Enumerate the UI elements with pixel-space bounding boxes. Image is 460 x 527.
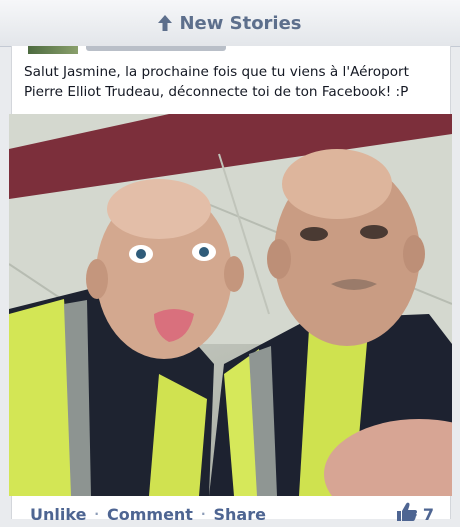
feed-story-card: Salut Jasmine, la prochaine fois que tu … — [9, 46, 452, 524]
new-stories-label: New Stories — [179, 12, 302, 34]
unlike-link[interactable]: Unlike — [30, 505, 86, 524]
story-timestamp — [86, 46, 226, 51]
comment-link[interactable]: Comment — [107, 505, 193, 524]
share-link[interactable]: Share — [214, 505, 266, 524]
selfie-photo[interactable] — [9, 114, 452, 496]
like-count: 7 — [422, 504, 434, 524]
post-message: Salut Jasmine, la prochaine fois que tu … — [24, 64, 409, 100]
thumbs-up-icon — [396, 502, 418, 526]
story-header — [28, 46, 238, 54]
like-count-button[interactable]: 7 — [396, 501, 434, 527]
new-stories-banner[interactable]: New Stories — [0, 0, 460, 47]
up-arrow-icon — [158, 15, 173, 31]
story-actions: Unlike · Comment · Share 7 — [12, 501, 450, 527]
avatar[interactable] — [28, 46, 78, 54]
